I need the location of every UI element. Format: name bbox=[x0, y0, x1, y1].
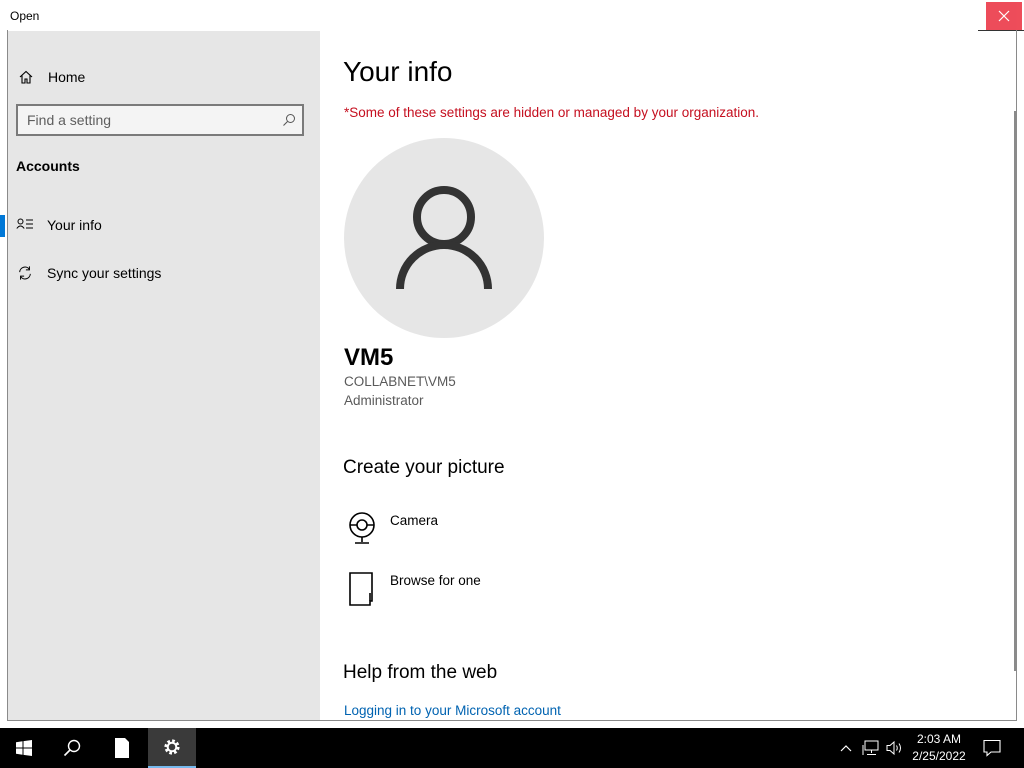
search-box bbox=[16, 104, 304, 136]
show-hidden-icons-button[interactable] bbox=[836, 728, 856, 768]
help-heading: Help from the web bbox=[343, 662, 498, 683]
avatar bbox=[344, 138, 544, 338]
close-icon bbox=[998, 10, 1010, 22]
window-title: Open bbox=[10, 9, 40, 23]
camera-icon bbox=[349, 512, 375, 544]
user-role: Administrator bbox=[344, 393, 424, 408]
chevron-up-icon bbox=[840, 745, 852, 752]
taskbar-file-button[interactable] bbox=[98, 728, 146, 768]
sidebar-item-your-info[interactable]: Your info bbox=[0, 205, 320, 245]
close-button[interactable] bbox=[986, 2, 1022, 30]
main-content: Your info *Some of these settings are hi… bbox=[320, 31, 1016, 720]
camera-option[interactable]: Camera bbox=[344, 511, 644, 551]
clock-time: 2:03 AM bbox=[916, 732, 962, 746]
taskbar-search-button[interactable] bbox=[48, 728, 96, 768]
windows-logo-icon bbox=[16, 740, 32, 756]
search-input[interactable] bbox=[18, 106, 276, 134]
browse-option[interactable]: Browse for one bbox=[344, 571, 644, 611]
notification-icon bbox=[983, 739, 1001, 757]
sidebar-item-label: Home bbox=[48, 69, 86, 85]
sidebar-item-label: Your info bbox=[47, 217, 102, 233]
gear-icon bbox=[164, 739, 180, 755]
action-center-button[interactable] bbox=[980, 728, 1004, 768]
camera-label: Camera bbox=[390, 513, 439, 528]
volume-icon bbox=[886, 740, 901, 756]
sidebar-item-label: Sync your settings bbox=[47, 265, 162, 281]
search-icon bbox=[63, 739, 81, 757]
document-icon bbox=[349, 572, 373, 606]
home-icon bbox=[19, 70, 33, 84]
search-icon[interactable] bbox=[282, 113, 296, 127]
sidebar: Home Accounts Your info Sync your settin… bbox=[0, 31, 320, 720]
page-title: Your info bbox=[343, 56, 453, 87]
clock-date: 2/25/2022 bbox=[912, 749, 966, 763]
contact-card-icon bbox=[16, 218, 33, 229]
taskbar: 2:03 AM 2/25/2022 bbox=[0, 728, 1024, 768]
file-icon bbox=[115, 738, 129, 758]
taskbar-settings-button[interactable] bbox=[148, 728, 196, 768]
scrollbar[interactable] bbox=[1014, 111, 1016, 671]
user-name: VM5 bbox=[344, 344, 394, 371]
network-button[interactable] bbox=[860, 728, 882, 768]
selection-indicator bbox=[0, 215, 5, 237]
sidebar-item-sync[interactable]: Sync your settings bbox=[8, 253, 320, 293]
sync-icon bbox=[19, 266, 31, 280]
volume-button[interactable] bbox=[884, 728, 906, 768]
taskbar-clock[interactable]: 2:03 AM 2/25/2022 bbox=[906, 731, 972, 765]
network-icon bbox=[862, 740, 879, 755]
create-picture-heading: Create your picture bbox=[343, 457, 505, 478]
managed-warning: *Some of these settings are hidden or ma… bbox=[344, 105, 760, 120]
start-button[interactable] bbox=[0, 728, 48, 768]
browse-label: Browse for one bbox=[390, 573, 481, 588]
window-titlebar: Open bbox=[0, 0, 1024, 31]
section-title: Accounts bbox=[16, 158, 80, 174]
user-domain: COLLABNET\VM5 bbox=[344, 374, 456, 389]
help-link-microsoft-account[interactable]: Logging in to your Microsoft account bbox=[344, 703, 561, 718]
person-icon bbox=[396, 186, 492, 290]
sidebar-item-home[interactable]: Home bbox=[8, 62, 320, 92]
